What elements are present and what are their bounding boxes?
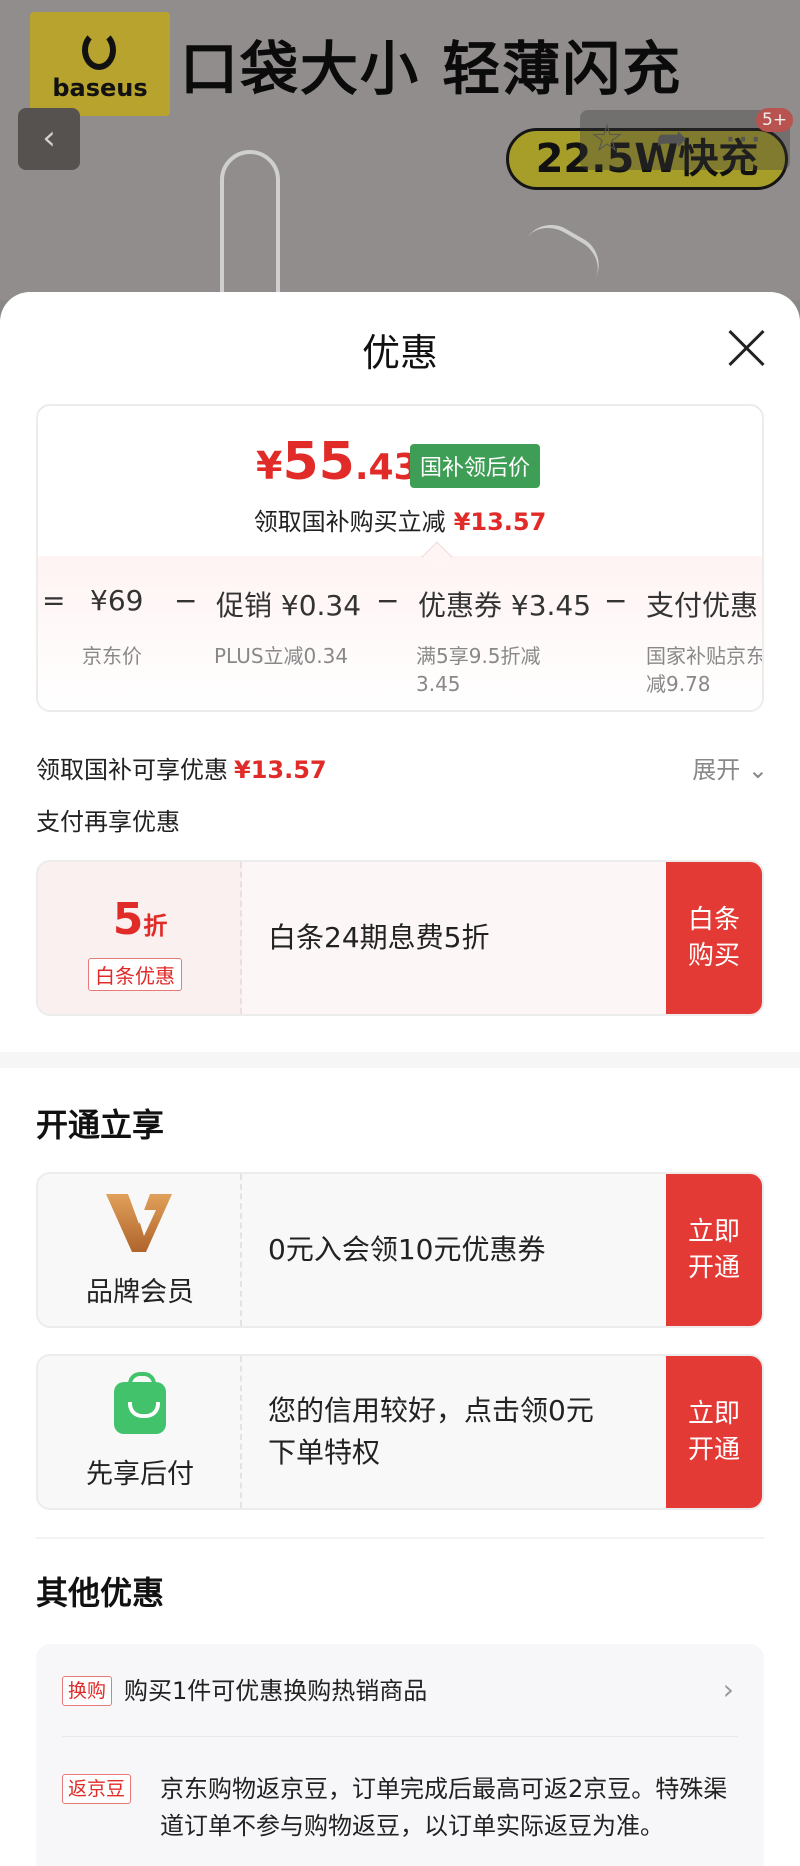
chevron-right-icon: › [722, 1673, 734, 1706]
product-banner: baseus 口袋大小 轻薄闪充 22.5W快充 ☆ ➦ ⋯ 5+ ‹ [0, 0, 800, 300]
pay-later-left: 先享后付 [38, 1356, 242, 1508]
cable-end-image [510, 214, 610, 300]
share-icon[interactable]: ➦ [656, 116, 688, 160]
gov-subsidy-tag: 国补领后价 [410, 444, 541, 488]
pay-later-offer-card[interactable]: 先享后付 您的信用较好，点击领0元下单特权 立即开通 [36, 1354, 764, 1510]
baitiao-description: 白条24期息费5折 [268, 921, 490, 954]
shopping-bag-icon [114, 1372, 166, 1434]
section-divider [0, 1052, 800, 1068]
currency-symbol: ¥ [256, 444, 283, 488]
price-top: ¥55.43 国补领后价 领取国补购买立减 ¥13.57 [38, 406, 762, 566]
chevron-left-icon: ‹ [42, 118, 56, 158]
breakdown-coupon-label: 满5享9.5折减 3.45 [416, 644, 541, 696]
minus-sign: − [604, 584, 628, 617]
exchange-offer-row[interactable]: 换购 购买1件可优惠换购热销商品 › [62, 1672, 742, 1709]
price-integer: 55 [282, 432, 355, 492]
baitiao-offer-card[interactable]: 5折 白条优惠 白条24期息费5折 白条购买 [36, 860, 764, 1016]
price-breakdown: = ¥69 京东价 − 促销 ¥0.34 PLUS立减0.34 − 优惠券 ¥3… [38, 556, 764, 710]
subsidy-info: 领取国补可享优惠 ¥13.57 [36, 750, 327, 785]
member-description: 0元入会领10元优惠券 [268, 1233, 546, 1266]
banner-slogan: 口袋大小 轻薄闪充 [180, 35, 683, 103]
pay-later-description: 您的信用较好，点击领0元下单特权 [268, 1394, 594, 1469]
offers-sheet: 优惠 ¥55.43 国补领后价 领取国补购买立减 ¥13.57 = ¥69 京东价… [0, 292, 800, 1866]
other-section-title: 其他优惠 [36, 1574, 165, 1612]
open-section-title: 开通立享 [36, 1106, 165, 1144]
brand-member-icon [106, 1194, 172, 1252]
jd-bean-text: 京东购物返京豆，订单完成后最高可返2京豆。特殊渠道订单不参与购物返豆，以订单实际… [160, 1775, 728, 1840]
breakdown-jd-price-label: 京东价 [82, 644, 142, 668]
brand-logo: baseus [30, 12, 170, 116]
equals-sign: = [42, 584, 66, 617]
member-offer-card[interactable]: 品牌会员 0元入会领10元优惠券 立即开通 [36, 1172, 764, 1328]
pay-later-open-button[interactable]: 立即开通 [666, 1356, 762, 1508]
subsidy-line: 领取国补购买立减 ¥13.57 [38, 502, 762, 537]
exchange-tag: 换购 [62, 1676, 113, 1706]
breakdown-coupon: 优惠券 ¥3.45 [418, 589, 592, 622]
jd-bean-offer-row: 返京豆 京东购物返京豆，订单完成后最高可返2京豆。特殊渠道订单不参与购物返豆，以订… [62, 1770, 742, 1844]
subsidy-amount: ¥13.57 [453, 508, 547, 536]
price-summary-card: ¥55.43 国补领后价 领取国补购买立减 ¥13.57 = ¥69 京东价 − … [36, 404, 764, 712]
subsidy-info-amount: ¥13.57 [234, 756, 327, 784]
brand-mark-icon [82, 30, 116, 70]
subsidy-label: 领取国补购买立减 [253, 508, 446, 536]
minus-sign: − [174, 584, 198, 617]
pay-later-label: 先享后付 [86, 1459, 194, 1490]
brand-name: baseus [52, 74, 148, 102]
discount-number: 5 [112, 894, 144, 945]
back-button[interactable]: ‹ [18, 108, 80, 170]
pay-extra-label: 支付再享优惠 [36, 808, 180, 836]
breakdown-payment: 支付优惠 ¥ [646, 589, 762, 622]
expand-toggle[interactable]: 展开 ⌄ [692, 750, 768, 785]
baitiao-discount: 5折 [38, 894, 242, 945]
discount-unit: 折 [143, 912, 168, 940]
member-open-button[interactable]: 立即开通 [666, 1174, 762, 1326]
member-left: 品牌会员 [38, 1174, 242, 1326]
breakdown-promo: 促销 ¥0.34 [216, 589, 362, 622]
sheet-title: 优惠 [361, 331, 438, 375]
subsidy-info-label: 领取国补可享优惠 [36, 756, 228, 784]
message-badge: 5+ [756, 108, 794, 132]
exchange-text: 购买1件可优惠换购热销商品 [124, 1677, 428, 1705]
final-price: ¥55.43 [256, 432, 419, 492]
breakdown-payment-label: 国家补贴京东 减9.78 [646, 644, 764, 696]
baitiao-tag: 白条优惠 [88, 958, 182, 991]
star-icon[interactable]: ☆ [590, 116, 624, 160]
row-separator [62, 1736, 738, 1737]
thin-divider [36, 1537, 764, 1539]
close-icon[interactable] [726, 328, 766, 368]
member-label: 品牌会员 [86, 1277, 194, 1308]
breakdown-promo-label: PLUS立减0.34 [214, 644, 349, 668]
baitiao-left: 5折 白条优惠 [38, 862, 242, 1014]
breakdown-jd-price: ¥69 [90, 584, 144, 617]
minus-sign: − [376, 584, 400, 617]
other-offers-box: 换购 购买1件可优惠换购热销商品 › 返京豆 京东购物返京豆，订单完成后最高可返2京… [36, 1644, 764, 1866]
baitiao-buy-button[interactable]: 白条购买 [666, 862, 762, 1014]
jd-bean-tag: 返京豆 [62, 1774, 132, 1804]
cable-image [220, 150, 280, 300]
